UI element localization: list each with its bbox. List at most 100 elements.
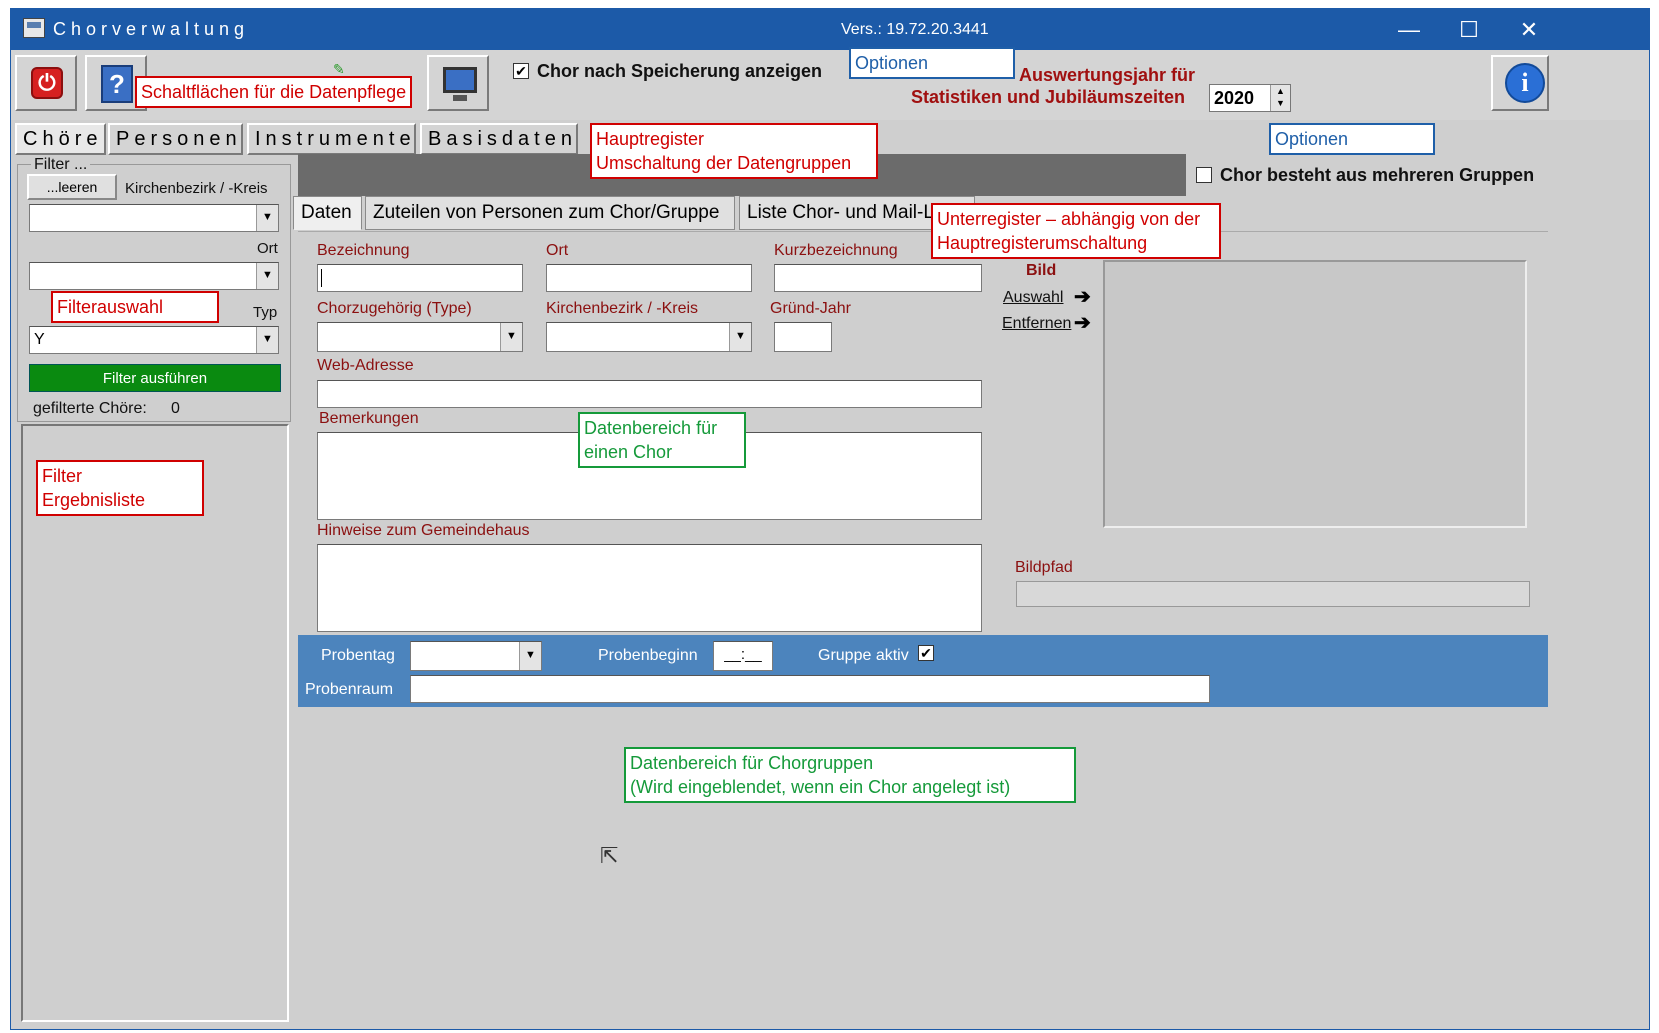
annotation-main-register-line2: Umschaltung der Datengruppen [596,153,852,173]
image-label: Bild [1026,262,1057,279]
exit-button[interactable]: ⏻ [15,55,77,111]
group-active-label: Gruppe aktiv [818,647,909,664]
annotation-choir-data: Datenbereich für einen Chor [578,412,746,468]
hints-label: Hinweise zum Gemeindehaus [317,522,530,539]
spinner-arrows-icon[interactable]: ▲ ▼ [1270,85,1290,111]
filter-district-select[interactable] [29,204,279,232]
short-name-label: Kurzbezeichnung [774,242,898,259]
founded-input[interactable] [774,322,832,352]
tab-choere[interactable]: Chöre [15,123,106,155]
annotation-buttons: Schaltflächen für die Datenpflege [135,76,413,108]
monitor-icon [443,67,477,93]
app-title: Chorverwaltung [53,19,250,39]
tab-personen[interactable]: Personen [108,123,243,155]
rehearsal-room-input[interactable] [410,675,1210,703]
options-area: Chor besteht aus mehreren Gruppen [1186,154,1548,196]
app-window: Chorverwaltung Vers.: 19.72.20.3441 — ☐ … [10,8,1650,1030]
name-input[interactable] [317,264,523,292]
show-after-save-label: Chor nach Speicherung anzeigen [537,61,823,81]
filter-count-value: 0 [171,400,180,417]
display-button[interactable] [427,55,489,111]
place-label: Ort [546,242,569,259]
year-spinner[interactable]: 2020 ▲ ▼ [1209,84,1291,112]
type-label: Chorzugehörig (Type) [317,300,472,317]
remarks-label: Bemerkungen [319,410,419,427]
short-name-input[interactable] [774,264,982,292]
filter-place-label: Ort [257,240,278,257]
chevron-down-icon[interactable] [500,323,522,351]
app-icon [23,18,45,38]
annotation-group-data: Datenbereich für Chorgruppen (Wird einge… [624,747,1076,803]
select-image-link[interactable]: Auswahl [1003,289,1063,307]
annotation-choir-data-line2: einen Chor [584,442,673,462]
annotation-options-right: Optionen [1269,123,1435,155]
remove-image-link[interactable]: Entfernen [1002,315,1071,333]
web-input[interactable] [317,380,982,408]
chevron-down-icon[interactable] [256,263,278,289]
info-icon: i [1505,63,1545,103]
tab-basisdaten[interactable]: Basisdaten [420,123,578,155]
monitor-stand [453,95,467,101]
annotation-choir-data-line1: Datenbereich für [584,418,718,438]
subtab-zuteilen[interactable]: Zuteilen von Personen zum Chor/Gruppe [365,196,735,230]
multi-group-checkbox[interactable] [1196,167,1212,183]
rehearsal-room-label: Probenraum [305,681,394,698]
year-label-line2: Statistiken und Jubiläumszeiten [911,87,1186,107]
filter-type-select[interactable]: Y [29,326,279,354]
place-input[interactable] [546,264,752,292]
founded-label: Gründ-Jahr [770,300,851,317]
filter-group-title: Filter ... [31,156,91,174]
text-cursor [321,269,322,287]
filter-panel: Filter ... ...leeren Kirchenbezirk / -Kr… [17,156,291,1024]
rehearsal-day-label: Probentag [321,647,395,664]
filter-place-select[interactable] [29,262,279,290]
filter-district-label: Kirchenbezirk / -Kreis [125,180,268,197]
help-icon: ? [101,65,133,103]
choir-group-bar: Probentag Probenbeginn __:__ Gruppe akti… [298,635,1548,707]
web-label: Web-Adresse [317,357,414,374]
rehearsal-start-input[interactable]: __:__ [713,641,773,671]
arrow-right-icon: ➔ [1074,286,1091,308]
year-label-line1: Auswertungsjahr für [1019,65,1196,85]
filter-clear-button[interactable]: ...leeren [27,174,117,200]
rehearsal-start-label: Probenbeginn [598,647,698,664]
rehearsal-day-select[interactable] [410,641,542,671]
chevron-down-icon[interactable] [729,323,751,351]
chevron-down-icon[interactable] [256,327,278,353]
choir-data-panel: Bezeichnung Ort Kurzbezeichnung Chorzuge… [298,231,1548,635]
mouse-cursor-icon: ⇱ [600,843,619,868]
chevron-down-icon[interactable] [519,642,541,670]
annotation-filter-results-line1: Filter [42,466,82,486]
pencil-icon[interactable]: ✎ [333,61,347,77]
maximize-button[interactable]: ☐ [1439,13,1499,47]
annotation-group-data-line1: Datenbereich für Chorgruppen [630,753,874,773]
tab-instrumente[interactable]: Instrumente [247,123,416,155]
image-path-field[interactable] [1016,581,1530,607]
group-active-checkbox[interactable]: ✔ [918,645,934,661]
show-after-save-checkbox[interactable]: ✔ [513,63,529,79]
annotation-sub-register: Unterregister – abhängig von der Hauptre… [931,203,1221,259]
annotation-options-top: Optionen [849,47,1015,79]
year-value: 2020 [1214,88,1255,108]
close-button[interactable]: ✕ [1499,13,1559,47]
filter-run-button[interactable]: Filter ausführen [29,364,281,392]
image-preview [1103,260,1527,528]
district-select[interactable] [546,322,752,352]
chevron-down-icon[interactable] [256,205,278,231]
annotation-sub-register-line2: Hauptregisterumschaltung [937,233,1148,253]
annotation-filter-selection: Filterauswahl [51,291,219,323]
annotation-filter-results: Filter Ergebnisliste [36,460,204,516]
annotation-filter-results-line2: Ergebnisliste [42,490,146,510]
version-label: Vers.: 19.72.20.3441 [841,21,989,38]
type-select[interactable] [317,322,523,352]
arrow-right-icon: ➔ [1074,312,1091,334]
multi-group-label: Chor besteht aus mehreren Gruppen [1220,165,1535,185]
subtab-daten[interactable]: Daten [293,196,362,230]
annotation-sub-register-line1: Unterregister – abhängig von der [937,209,1201,229]
filter-type-label: Typ [253,304,278,321]
annotation-main-register-line1: Hauptregister [596,129,705,149]
name-label: Bezeichnung [317,242,410,259]
minimize-button[interactable]: — [1379,13,1439,47]
info-button[interactable]: i [1491,55,1549,111]
hints-textarea[interactable] [317,544,982,632]
